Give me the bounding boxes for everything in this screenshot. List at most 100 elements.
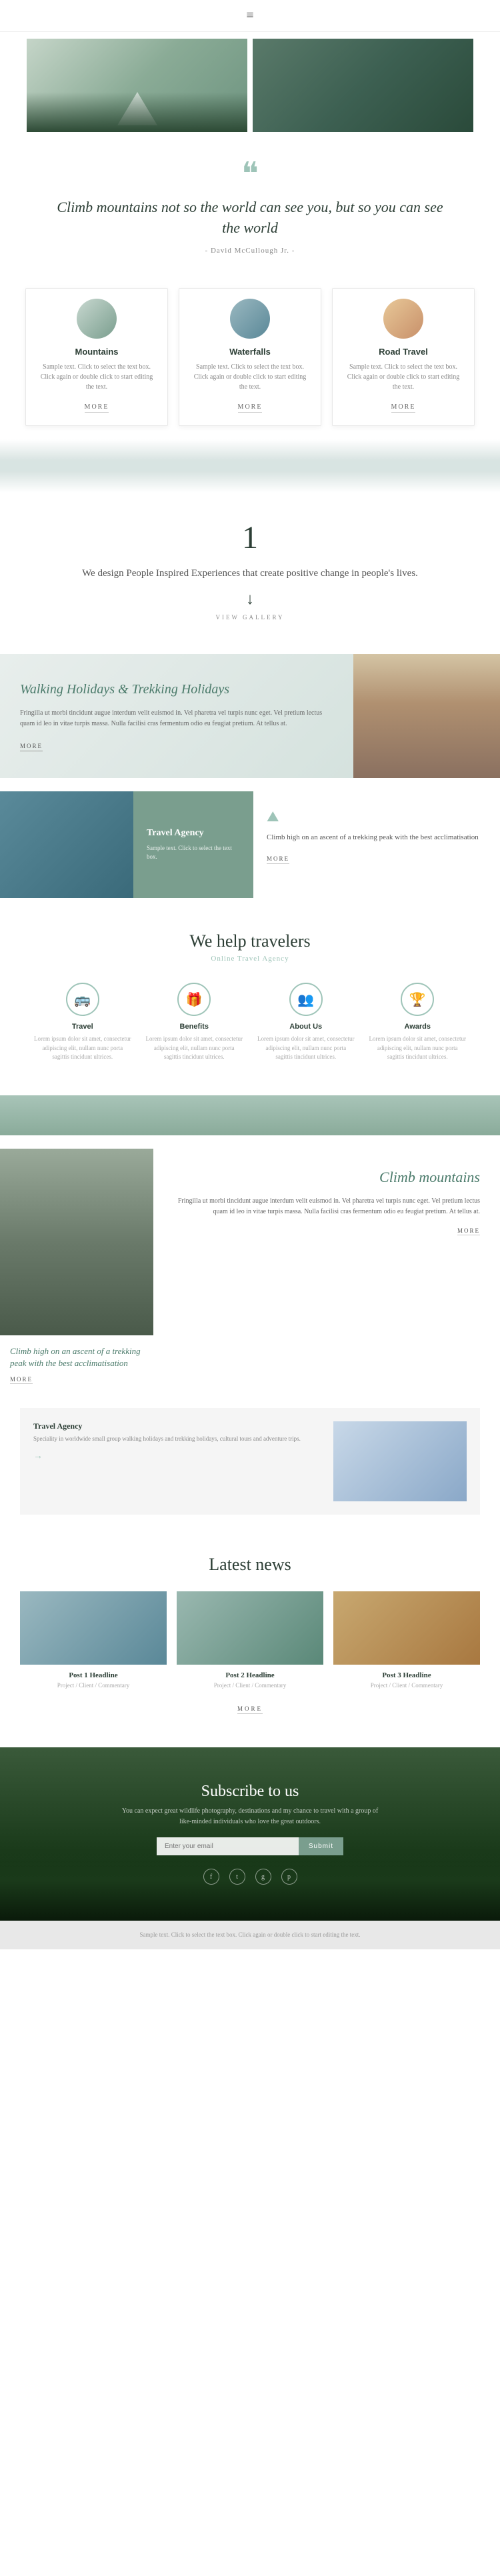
help-benefits-text: Lorem ipsum dolor sit amet, consectetur … <box>145 1035 244 1062</box>
hamburger-menu-icon[interactable]: ≡ <box>246 8 253 23</box>
card-road-title: Road Travel <box>346 347 461 357</box>
card-mountains: Mountains Sample text. Click to select t… <box>25 288 168 426</box>
awards-icon: 🏆 <box>401 983 434 1016</box>
card-waterfalls-title: Waterfalls <box>193 347 307 357</box>
hero-image-right <box>253 39 473 132</box>
climb-caption-title: Climb high on an ascent of a trekking pe… <box>10 1345 143 1369</box>
card-mountains-more[interactable]: MORE <box>85 403 109 413</box>
card-road-image <box>383 299 423 339</box>
help-awards-text: Lorem ipsum dolor sit amet, consectetur … <box>369 1035 467 1062</box>
card-waterfalls-image <box>230 299 270 339</box>
number-section: 1 We design People Inspired Experiences … <box>0 499 500 641</box>
cards-section: Mountains Sample text. Click to select t… <box>0 268 500 433</box>
travel-agency-banner: Travel Agency Sample text. Click to sele… <box>0 791 500 898</box>
help-section-subtitle: Online Travel Agency <box>27 955 473 963</box>
help-travelers-section: We help travelers Online Travel Agency 🚌… <box>0 898 500 1095</box>
card-waterfalls-more[interactable]: MORE <box>238 403 263 413</box>
benefits-icon: 🎁 <box>177 983 211 1016</box>
climb-section-text: Fringilla ut morbi tincidunt augue inter… <box>173 1196 480 1217</box>
quote-author: - David McCullough Jr. - <box>53 247 447 255</box>
help-item-travel: 🚌 Travel Lorem ipsum dolor sit amet, con… <box>27 983 139 1062</box>
climb-more-link[interactable]: MORE <box>457 1227 480 1235</box>
view-gallery-link[interactable]: VIEW GALLERY <box>53 614 447 621</box>
news-meta-1: Project / Client / Commentary <box>20 1682 167 1689</box>
news-grid: Post 1 Headline Project / Client / Comme… <box>20 1591 480 1689</box>
climb-image <box>0 1149 153 1335</box>
card-waterfalls: Waterfalls Sample text. Click to select … <box>179 288 321 426</box>
help-travel-title: Travel <box>33 1023 132 1031</box>
subscribe-title: Subscribe to us <box>201 1783 299 1801</box>
help-item-awards: 🏆 Awards Lorem ipsum dolor sit amet, con… <box>362 983 474 1062</box>
card-mountains-title: Mountains <box>39 347 154 357</box>
header: ≡ <box>0 0 500 32</box>
agency-info: Travel Agency Speciality in worldwide sm… <box>33 1421 333 1463</box>
agency-image <box>333 1421 467 1501</box>
news-headline-3: Post 3 Headline <box>333 1671 480 1679</box>
travel-right-text: Climb high on an ascent of a trekking pe… <box>267 832 487 844</box>
facebook-icon[interactable]: f <box>203 1869 219 1885</box>
walking-title: Walking Holidays & Trekking Holidays <box>20 681 333 698</box>
news-more-button[interactable]: MORE <box>237 1705 263 1714</box>
help-section-title: We help travelers <box>27 931 473 951</box>
help-icons-row: 🚌 Travel Lorem ipsum dolor sit amet, con… <box>27 983 473 1062</box>
news-more-row: MORE <box>20 1702 480 1714</box>
arrow-down-icon: ↓ <box>53 591 447 609</box>
news-image-1 <box>20 1591 167 1665</box>
help-benefits-title: Benefits <box>145 1023 244 1031</box>
twitter-icon[interactable]: t <box>229 1869 245 1885</box>
subscribe-content: Subscribe to us You can expect great wil… <box>0 1747 500 1921</box>
news-card-1: Post 1 Headline Project / Client / Comme… <box>20 1591 167 1689</box>
social-icons-row: f t g p <box>203 1869 297 1885</box>
quote-mark: ❝ <box>53 159 447 191</box>
hero-image-left <box>27 39 247 132</box>
travel-green-panel: Travel Agency Sample text. Click to sele… <box>133 791 253 898</box>
google-icon[interactable]: g <box>255 1869 271 1885</box>
agency-desc: Speciality in worldwide small group walk… <box>33 1435 320 1444</box>
help-about-title: About Us <box>257 1023 355 1031</box>
subscribe-form: Submit <box>157 1837 343 1855</box>
subscribe-email-input[interactable] <box>157 1837 299 1855</box>
travel-agency-title: Travel Agency <box>147 828 240 839</box>
help-travel-text: Lorem ipsum dolor sit amet, consectetur … <box>33 1035 132 1062</box>
climb-section-title: Climb mountains <box>173 1169 480 1186</box>
card-road-more[interactable]: MORE <box>391 403 416 413</box>
card-mountains-image <box>77 299 117 339</box>
news-image-3 <box>333 1591 480 1665</box>
woman-image <box>353 654 500 778</box>
help-item-benefits: 🎁 Benefits Lorem ipsum dolor sit amet, c… <box>139 983 251 1062</box>
help-item-about: 👥 About Us Lorem ipsum dolor sit amet, c… <box>250 983 362 1062</box>
news-card-3: Post 3 Headline Project / Client / Comme… <box>333 1591 480 1689</box>
walking-left-panel: Walking Holidays & Trekking Holidays Fri… <box>0 654 353 778</box>
travel-icon: 🚌 <box>66 983 99 1016</box>
news-image-2 <box>177 1591 323 1665</box>
card-mountains-text: Sample text. Click to select the text bo… <box>39 362 154 392</box>
travel-agency-text: Sample text. Click to select the text bo… <box>147 844 240 862</box>
quote-section: ❝ Climb mountains not so the world can s… <box>0 139 500 268</box>
section-number: 1 <box>53 519 447 556</box>
agency-arrow-icon[interactable]: → <box>33 1451 43 1461</box>
help-awards-title: Awards <box>369 1023 467 1031</box>
walking-more-link[interactable]: MORE <box>20 743 43 751</box>
travel-right-more-link[interactable]: MORE <box>267 855 289 864</box>
walking-holidays: Walking Holidays & Trekking Holidays Fri… <box>0 654 500 778</box>
climb-caption: Climb high on an ascent of a trekking pe… <box>0 1335 153 1395</box>
news-card-2: Post 2 Headline Project / Client / Comme… <box>177 1591 323 1689</box>
subscribe-submit-button[interactable]: Submit <box>299 1837 343 1855</box>
climb-caption-more-link[interactable]: MORE <box>10 1376 33 1384</box>
card-road-text: Sample text. Click to select the text bo… <box>346 362 461 392</box>
misty-divider <box>0 439 500 493</box>
about-icon: 👥 <box>289 983 323 1016</box>
travel-left-image <box>0 791 133 898</box>
mountain-icon: ⛰ <box>267 808 487 825</box>
climb-right-panel: Climb mountains Fringilla ut morbi tinci… <box>153 1149 500 1395</box>
pinterest-icon[interactable]: p <box>281 1869 297 1885</box>
subscribe-text: You can expect great wildlife photograph… <box>117 1806 383 1827</box>
news-headline-1: Post 1 Headline <box>20 1671 167 1679</box>
help-about-text: Lorem ipsum dolor sit amet, consectetur … <box>257 1035 355 1062</box>
news-section-title: Latest news <box>20 1555 480 1575</box>
hero-images <box>0 32 500 139</box>
green-divider <box>0 1095 500 1135</box>
news-headline-2: Post 2 Headline <box>177 1671 323 1679</box>
footer-text: Sample text. Click to select the text bo… <box>20 1931 480 1940</box>
agency-row-2: Travel Agency Speciality in worldwide sm… <box>0 1408 500 1515</box>
